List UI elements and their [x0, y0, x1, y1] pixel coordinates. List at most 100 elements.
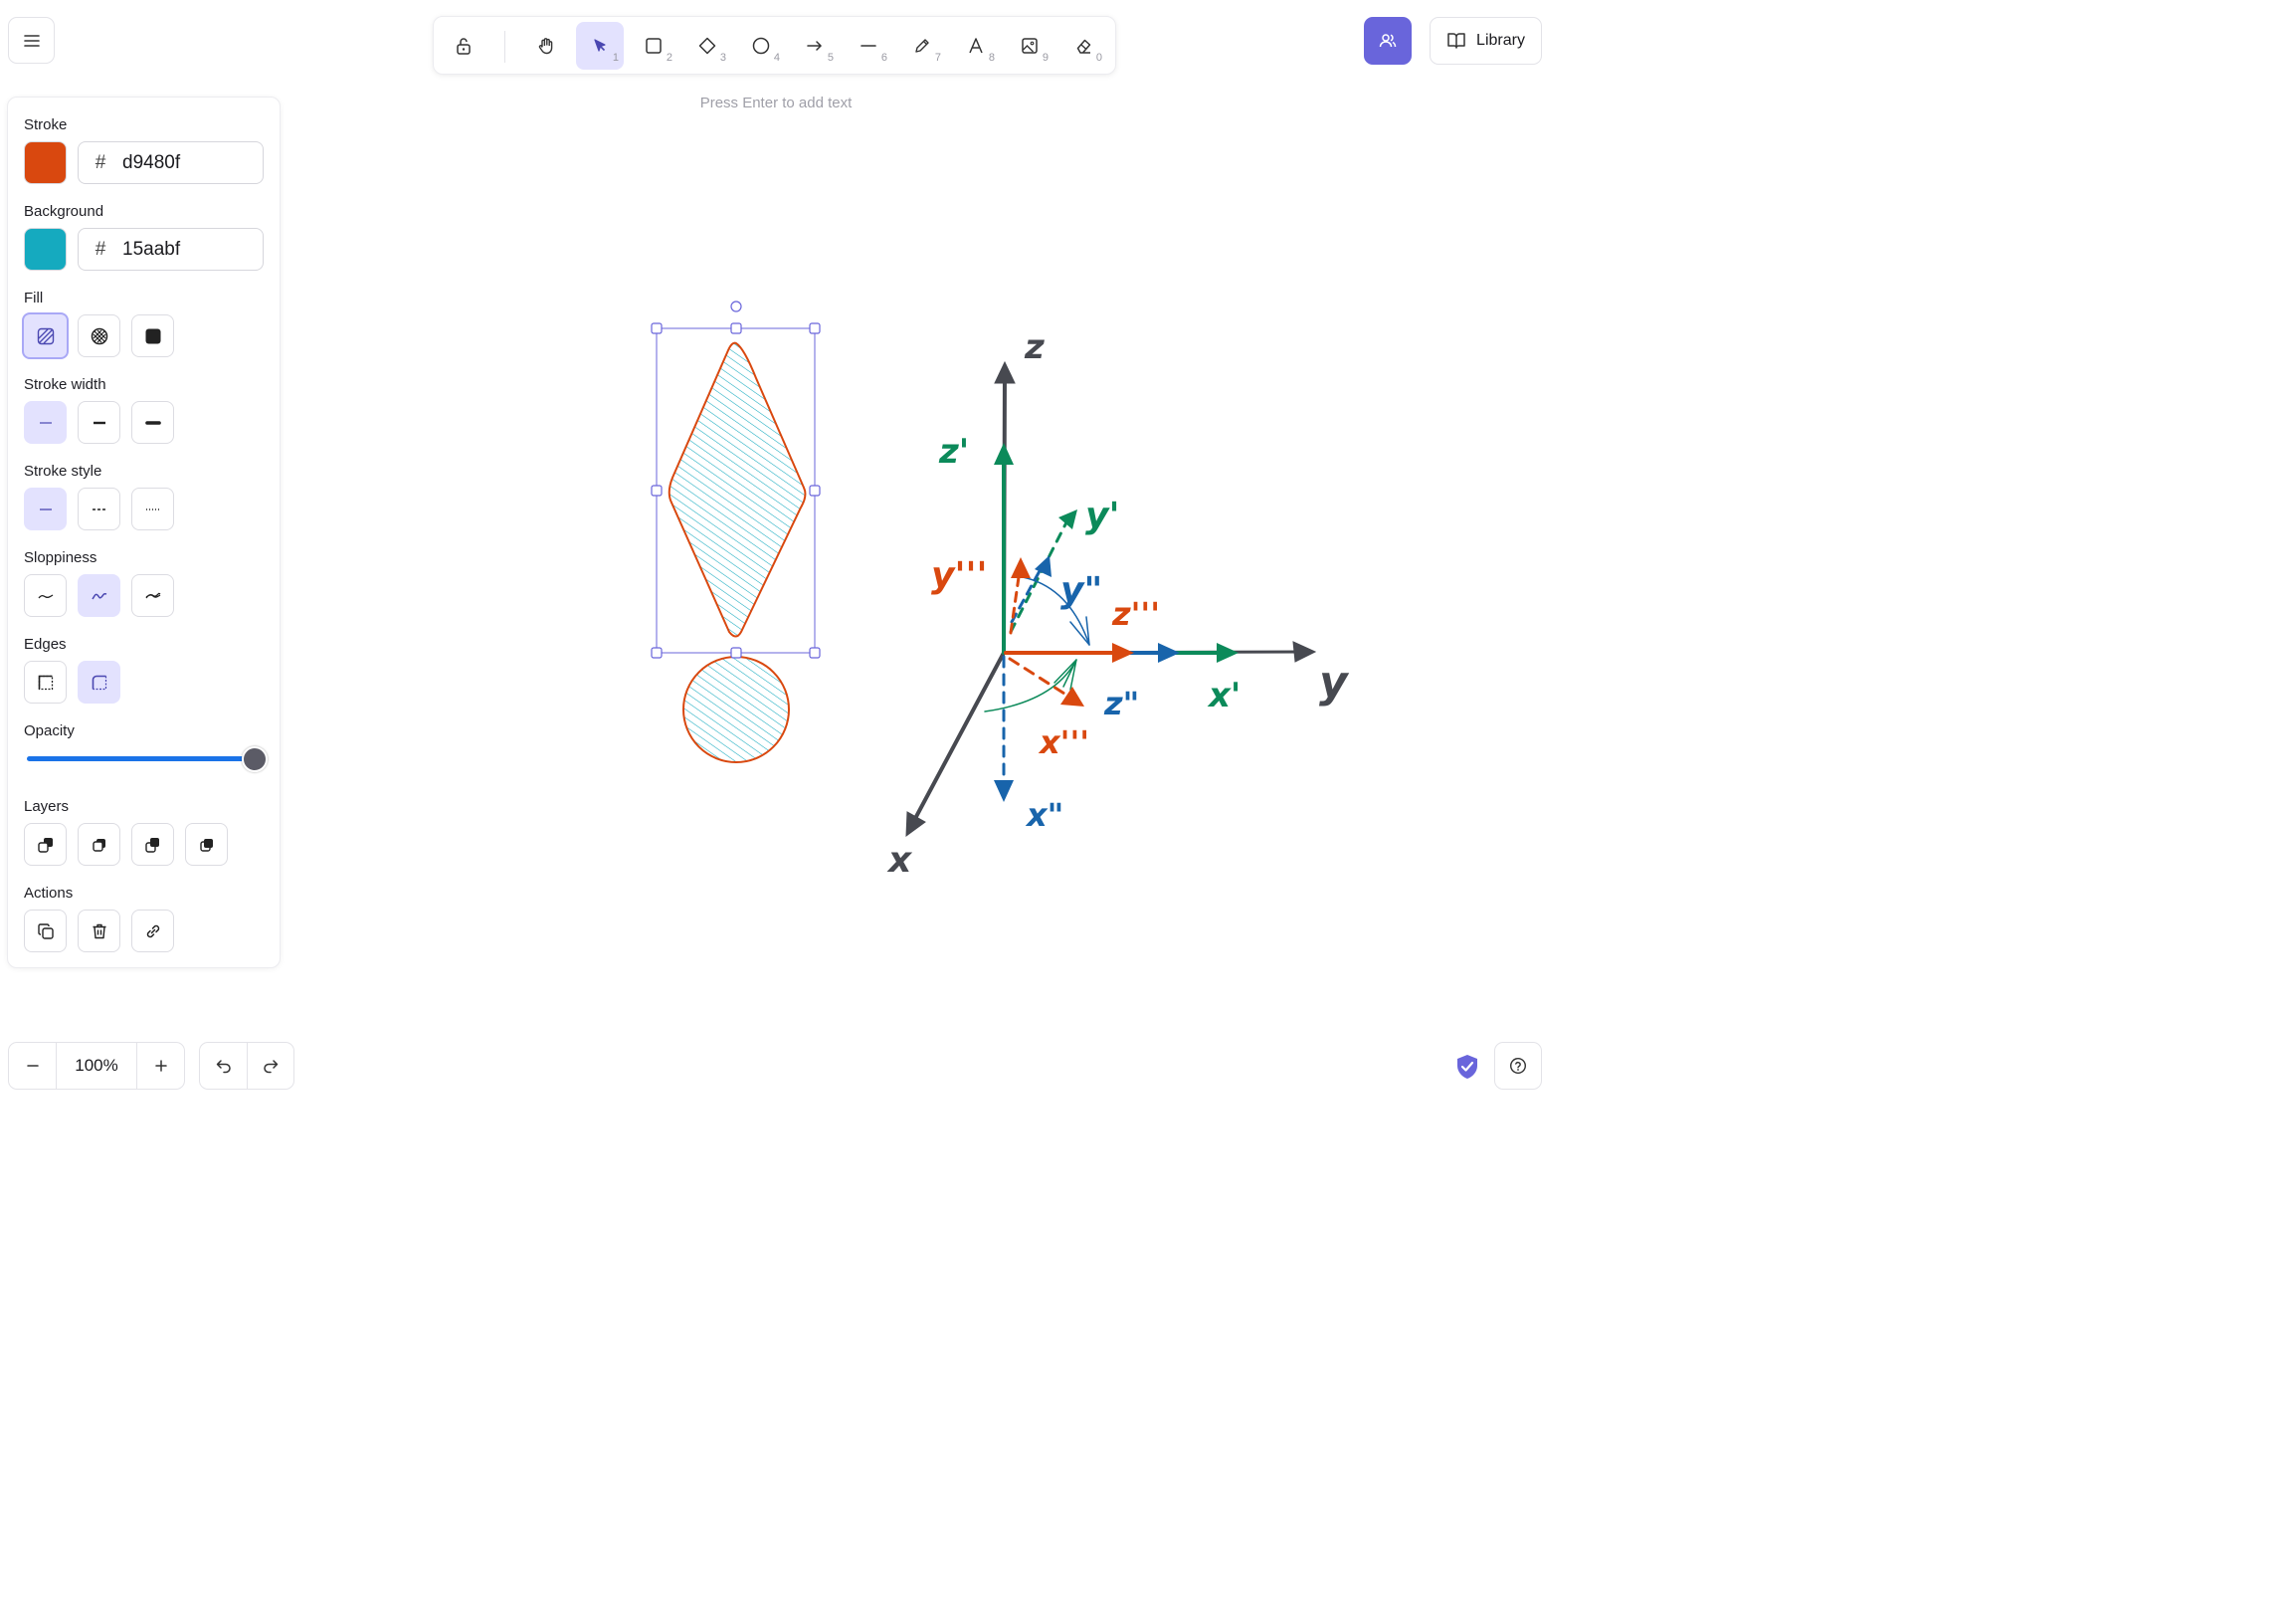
hamburger-icon: [23, 34, 40, 47]
solid-fill-icon: [145, 328, 160, 343]
bold-line-icon: [93, 421, 105, 424]
stroke-hex-input[interactable]: # d9480f: [78, 141, 264, 184]
resize-handle-se: [809, 647, 821, 659]
tool-line[interactable]: 6: [845, 22, 892, 70]
line-icon: [861, 45, 876, 47]
opacity-slider-thumb[interactable]: [242, 746, 268, 772]
send-backward-button[interactable]: [78, 823, 120, 866]
tool-text-key: 8: [988, 52, 995, 64]
label-x-prime: x': [1207, 676, 1241, 715]
sloppiness-artist-button[interactable]: [78, 574, 120, 617]
zoom-level[interactable]: 100%: [56, 1043, 137, 1089]
background-hex-input[interactable]: # 15aabf: [78, 228, 264, 271]
link-button[interactable]: [131, 910, 174, 952]
round-corner-icon: [92, 675, 106, 690]
hand-icon: [538, 38, 553, 55]
help-button[interactable]: [1494, 1042, 1542, 1090]
edges-round-button[interactable]: [78, 661, 120, 704]
image-icon: [1022, 38, 1038, 54]
undo-icon: [216, 1060, 231, 1074]
sloppiness-cartoonist-button[interactable]: [131, 574, 174, 617]
tool-image[interactable]: 9: [1006, 22, 1053, 70]
tool-rectangle[interactable]: 2: [630, 22, 677, 70]
shield-check-icon[interactable]: [1455, 1054, 1479, 1080]
trash-icon: [93, 923, 105, 938]
sloppiness-architect-button[interactable]: [24, 574, 67, 617]
shape-toolbar: 1 2 3 4 5 6 7 8 9 0: [433, 16, 1116, 75]
tool-line-key: 6: [880, 52, 887, 64]
toolbar-separator: [504, 31, 505, 63]
layers-label: Layers: [24, 798, 70, 815]
thin-line-icon: [39, 421, 52, 424]
resize-handle-ne: [809, 322, 821, 334]
lock-tool-button[interactable]: [440, 22, 487, 70]
redo-icon: [263, 1060, 278, 1074]
duplicate-button[interactable]: [24, 910, 67, 952]
solid-line-icon: [39, 508, 52, 510]
bring-to-front-button[interactable]: [185, 823, 228, 866]
opacity-label: Opacity: [24, 722, 75, 739]
stroke-width-label: Stroke width: [24, 376, 106, 393]
tool-draw[interactable]: 7: [898, 22, 946, 70]
library-button[interactable]: Library: [1430, 17, 1542, 65]
tool-selection-key: 1: [612, 52, 619, 64]
plus-icon: [154, 1060, 167, 1072]
tool-text[interactable]: 8: [952, 22, 1000, 70]
undo-button[interactable]: [200, 1043, 248, 1089]
redo-button[interactable]: [247, 1043, 293, 1089]
background-hex-value: 15aabf: [122, 238, 181, 260]
stroke-style-solid-button[interactable]: [24, 488, 67, 530]
fill-label: Fill: [24, 290, 44, 306]
stroke-width-bold-button[interactable]: [78, 401, 120, 444]
tool-selection[interactable]: 1: [576, 22, 624, 70]
properties-panel: Stroke # d9480f Background # 15aabf Fill…: [7, 97, 281, 968]
background-hash: #: [95, 238, 106, 260]
diamond-icon: [698, 37, 716, 55]
stroke-style-dashed-button[interactable]: [78, 488, 120, 530]
background-label: Background: [24, 203, 104, 220]
collaborate-button[interactable]: [1364, 17, 1412, 65]
tool-ellipse-key: 4: [773, 52, 780, 64]
label-x-triple: x''': [1038, 723, 1089, 761]
diamond-shape[interactable]: [668, 341, 807, 638]
text-icon: [969, 38, 983, 54]
resize-handle-s: [730, 647, 742, 659]
stroke-color-swatch[interactable]: [24, 141, 67, 184]
unlock-icon: [457, 38, 471, 55]
main-menu-button[interactable]: [8, 17, 55, 64]
hachure-icon: [37, 327, 54, 344]
ellipse-icon: [752, 37, 770, 55]
tool-diamond[interactable]: 3: [683, 22, 731, 70]
zoom-in-button[interactable]: [137, 1043, 184, 1089]
stroke-width-thin-button[interactable]: [24, 401, 67, 444]
arrow-right-icon: [807, 41, 823, 51]
fill-solid-button[interactable]: [131, 314, 174, 357]
question-icon: [1509, 1057, 1527, 1075]
edges-sharp-button[interactable]: [24, 661, 67, 704]
stroke-width-extra-bold-button[interactable]: [131, 401, 174, 444]
opacity-slider-track[interactable]: [27, 756, 254, 761]
delete-button[interactable]: [78, 910, 120, 952]
bring-forward-button[interactable]: [131, 823, 174, 866]
cross-hatch-icon: [91, 327, 107, 344]
background-color-swatch[interactable]: [24, 228, 67, 271]
minus-icon: [26, 1065, 39, 1067]
actions-label: Actions: [24, 885, 74, 902]
fill-hachure-button[interactable]: [22, 312, 69, 359]
tool-arrow[interactable]: 5: [791, 22, 839, 70]
bring-forward-icon: [144, 837, 159, 853]
send-to-back-button[interactable]: [24, 823, 67, 866]
zoom-out-button[interactable]: [9, 1043, 56, 1089]
stroke-style-dotted-button[interactable]: [131, 488, 174, 530]
fill-cross-hatch-button[interactable]: [78, 314, 120, 357]
ellipse-shape[interactable]: [682, 656, 790, 763]
tool-diamond-key: 3: [719, 52, 726, 64]
edges-label: Edges: [24, 636, 67, 653]
tool-ellipse[interactable]: 4: [737, 22, 785, 70]
book-icon: [1447, 33, 1465, 49]
label-y: y: [1319, 657, 1350, 708]
label-y-double: y": [1060, 570, 1102, 611]
tool-eraser[interactable]: 0: [1059, 22, 1107, 70]
tool-hand[interactable]: [522, 22, 570, 70]
zoom-controls: 100%: [8, 1042, 185, 1090]
